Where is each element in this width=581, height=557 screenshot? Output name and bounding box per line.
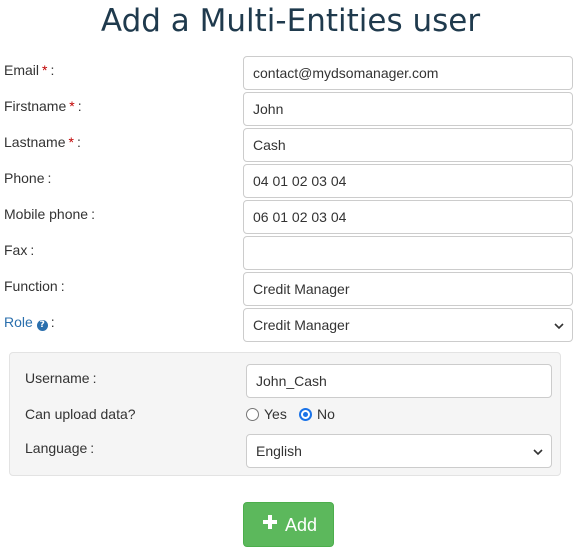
- username-label: Username:: [25, 370, 97, 386]
- required-marker: *: [42, 62, 48, 78]
- firstname-field[interactable]: [243, 92, 573, 126]
- role-row: Role?: Credit Manager: [0, 308, 581, 342]
- username-row: Username:: [10, 364, 562, 398]
- username-field[interactable]: [246, 364, 552, 398]
- add-button[interactable]: Add: [243, 502, 334, 547]
- question-circle-icon[interactable]: ?: [36, 320, 48, 331]
- fax-label: Fax:: [4, 242, 35, 258]
- firstname-row: Firstname *:: [0, 92, 581, 126]
- function-label: Function:: [4, 278, 65, 294]
- chevron-down-icon: [554, 323, 564, 330]
- function-field[interactable]: [243, 272, 573, 306]
- can-upload-row: Can upload data? Yes No: [10, 400, 562, 434]
- email-field[interactable]: [243, 56, 573, 90]
- language-selected-value: English: [256, 443, 302, 459]
- email-label: Email *:: [4, 62, 55, 78]
- language-select[interactable]: English: [246, 434, 552, 468]
- add-button-label: Add: [285, 515, 318, 535]
- lastname-field[interactable]: [243, 128, 573, 162]
- phone-field[interactable]: [243, 164, 573, 198]
- lastname-label: Lastname *:: [4, 134, 81, 150]
- role-select[interactable]: Credit Manager: [243, 308, 573, 342]
- language-row: Language: English: [10, 434, 562, 468]
- phone-label: Phone:: [4, 170, 52, 186]
- can-upload-label: Can upload data?: [25, 406, 136, 422]
- page-title: Add a Multi-Entities user: [100, 3, 481, 39]
- radio-yes-label[interactable]: Yes: [264, 406, 287, 422]
- account-panel: Username: Can upload data? Yes No Langua…: [9, 352, 561, 476]
- phone-row: Phone:: [0, 164, 581, 198]
- role-selected-value: Credit Manager: [253, 317, 350, 333]
- mobile-phone-field[interactable]: [243, 200, 573, 234]
- fax-field[interactable]: [243, 236, 573, 270]
- role-label[interactable]: Role?:: [4, 314, 55, 331]
- email-row: Email *:: [0, 56, 581, 90]
- radio-no-label[interactable]: No: [317, 406, 335, 422]
- plus-icon: [263, 515, 277, 529]
- radio-yes-circle[interactable]: [246, 408, 259, 421]
- chevron-down-icon: [533, 449, 543, 456]
- language-label: Language:: [25, 440, 95, 456]
- fax-row: Fax:: [0, 236, 581, 270]
- mobile-phone-label: Mobile phone:: [4, 206, 95, 222]
- mobile-phone-row: Mobile phone:: [0, 200, 581, 234]
- firstname-label: Firstname *:: [4, 98, 82, 114]
- required-marker: *: [69, 98, 75, 114]
- function-row: Function:: [0, 272, 581, 306]
- lastname-row: Lastname *:: [0, 128, 581, 162]
- required-marker: *: [68, 134, 74, 150]
- radio-no-circle[interactable]: [299, 408, 312, 421]
